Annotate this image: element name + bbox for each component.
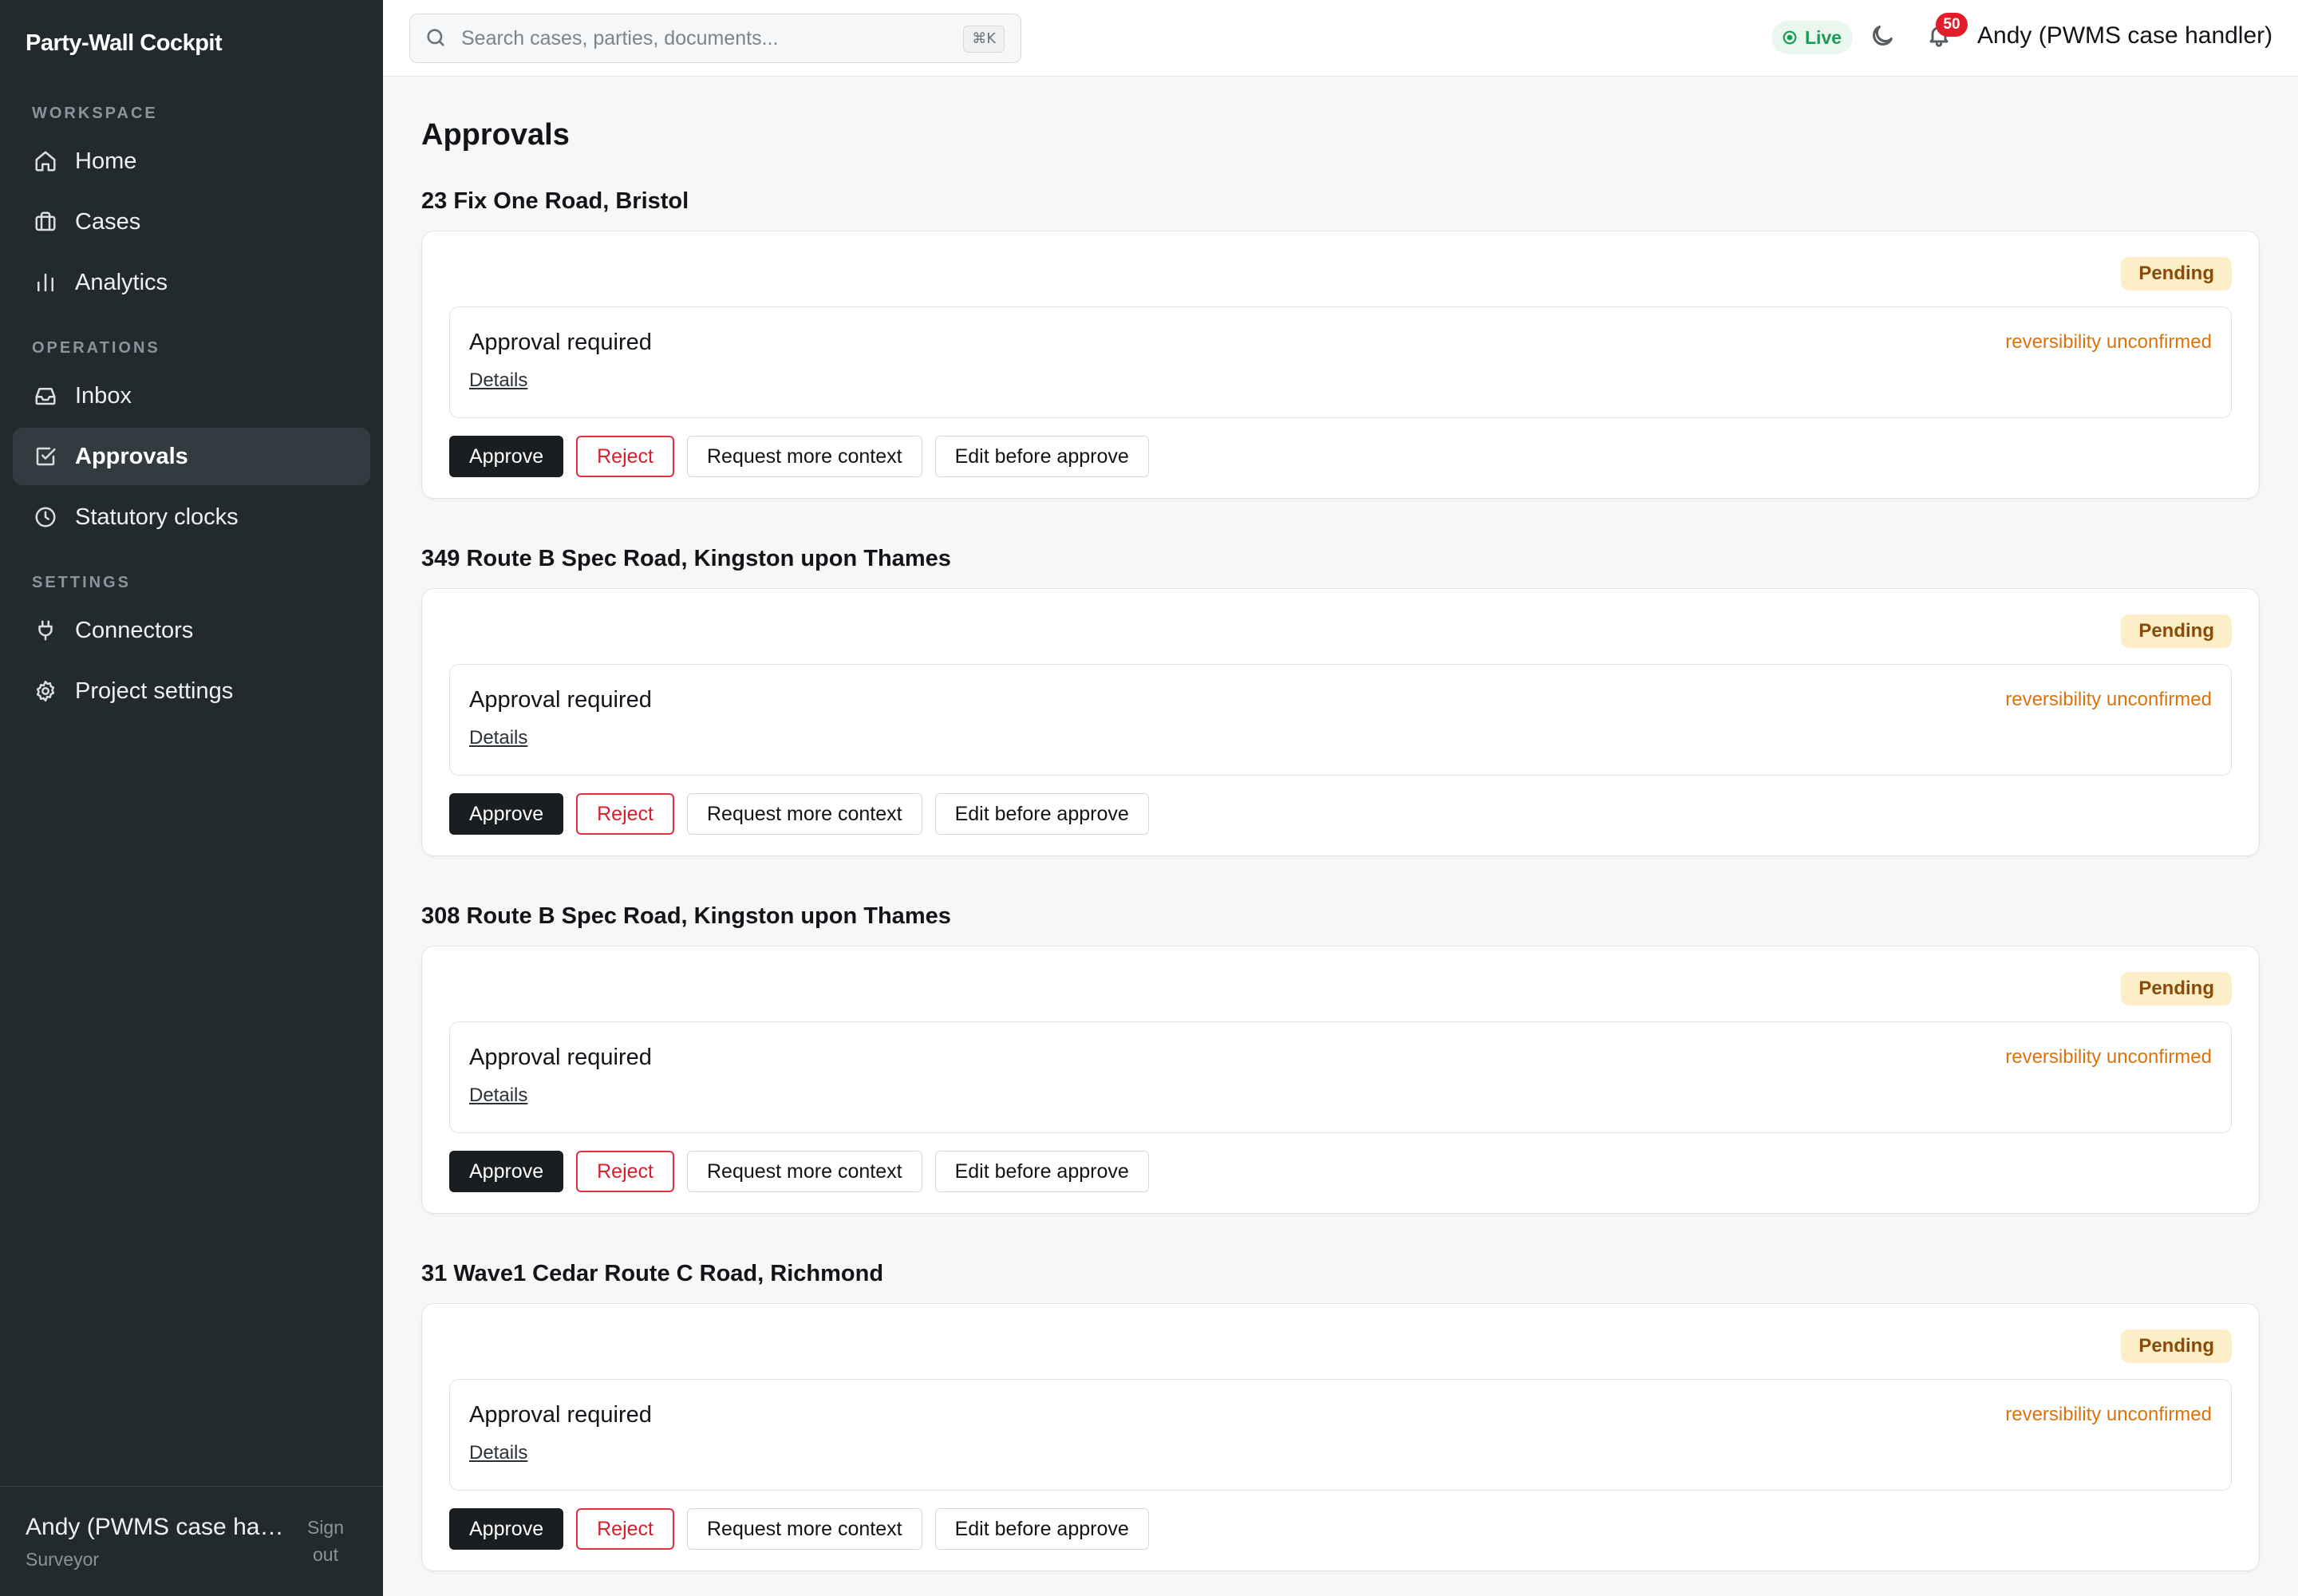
details-link[interactable]: Details bbox=[469, 1084, 527, 1107]
page-title: Approvals bbox=[421, 118, 570, 152]
sidebar-item-cases[interactable]: Cases bbox=[13, 193, 370, 251]
warning-text: reversibility unconfirmed bbox=[2005, 689, 2212, 710]
edit-before-approve-button[interactable]: Edit before approve bbox=[934, 436, 1149, 477]
approve-button[interactable]: Approve bbox=[449, 436, 564, 477]
sidebar-item-statutory-clocks[interactable]: Statutory clocks bbox=[13, 488, 370, 546]
sidebar-item-project-settings[interactable]: Project settings bbox=[13, 662, 370, 720]
user-menu[interactable]: Andy (PWMS case handler) bbox=[1977, 22, 2272, 49]
footer-user-role: Surveyor bbox=[26, 1549, 100, 1570]
bell-icon bbox=[1926, 26, 1952, 51]
request-more-context-button[interactable]: Request more context bbox=[687, 436, 922, 477]
search-icon bbox=[424, 26, 448, 50]
moon-icon bbox=[1869, 26, 1896, 53]
check-square-icon bbox=[32, 443, 59, 470]
gear-icon bbox=[32, 678, 59, 705]
edit-before-approve-button[interactable]: Edit before approve bbox=[934, 793, 1149, 835]
search-shortcut-hint: ⌘K bbox=[963, 26, 1005, 53]
case-address: 308 Route B Spec Road, Kingston upon Tha… bbox=[421, 903, 951, 929]
reject-button[interactable]: Reject bbox=[576, 1508, 674, 1550]
clock-icon bbox=[32, 504, 59, 531]
sidebar-item-label: Cases bbox=[75, 208, 141, 235]
action-bar: Approve Reject Request more context Edit… bbox=[449, 1508, 1149, 1550]
reject-button[interactable]: Reject bbox=[576, 1151, 674, 1192]
section-label-settings: SETTINGS bbox=[32, 574, 132, 591]
approve-button[interactable]: Approve bbox=[449, 1151, 564, 1192]
sidebar-item-inbox[interactable]: Inbox bbox=[13, 367, 370, 425]
request-title: Approval required bbox=[469, 330, 652, 355]
approval-card: Pending Approval required Details revers… bbox=[421, 588, 2260, 856]
warning-text: reversibility unconfirmed bbox=[2005, 1404, 2212, 1425]
section-label-workspace: WORKSPACE bbox=[32, 105, 158, 122]
search-input[interactable] bbox=[461, 26, 932, 50]
status-badge: Pending bbox=[2121, 972, 2232, 1005]
approval-request: Approval required Details reversibility … bbox=[449, 306, 2232, 418]
edit-before-approve-button[interactable]: Edit before approve bbox=[934, 1508, 1149, 1550]
details-link[interactable]: Details bbox=[469, 369, 527, 392]
case-address: 23 Fix One Road, Bristol bbox=[421, 188, 689, 214]
section-label-operations: OPERATIONS bbox=[32, 339, 160, 357]
sidebar-item-label: Analytics bbox=[75, 269, 168, 295]
action-bar: Approve Reject Request more context Edit… bbox=[449, 1151, 1149, 1192]
sidebar-item-label: Connectors bbox=[75, 617, 194, 643]
sidebar-footer: Andy (PWMS case handler) Surveyor Sign o… bbox=[0, 1486, 383, 1596]
request-more-context-button[interactable]: Request more context bbox=[687, 793, 922, 835]
approval-card: Pending Approval required Details revers… bbox=[421, 231, 2260, 499]
status-badge: Pending bbox=[2121, 614, 2232, 648]
request-more-context-button[interactable]: Request more context bbox=[687, 1508, 922, 1550]
approval-card: Pending Approval required Details revers… bbox=[421, 946, 2260, 1214]
case-address: 349 Route B Spec Road, Kingston upon Tha… bbox=[421, 546, 951, 571]
topbar: ⌘K Live 50 Andy (PWMS case handler) bbox=[383, 0, 2298, 77]
theme-toggle-button[interactable] bbox=[1869, 22, 1901, 54]
bar-chart-icon bbox=[32, 269, 59, 296]
approval-request: Approval required Details reversibility … bbox=[449, 664, 2232, 776]
sidebar-item-approvals[interactable]: Approvals bbox=[13, 428, 370, 485]
plug-icon bbox=[32, 617, 59, 644]
footer-user-name: Andy (PWMS case handler) bbox=[26, 1514, 289, 1540]
live-label: Live bbox=[1805, 26, 1842, 48]
notification-count-badge: 50 bbox=[1936, 13, 1968, 37]
sidebar-item-label: Statutory clocks bbox=[75, 504, 239, 530]
request-title: Approval required bbox=[469, 1402, 652, 1428]
request-more-context-button[interactable]: Request more context bbox=[687, 1151, 922, 1192]
live-dot-icon bbox=[1781, 29, 1799, 46]
warning-text: reversibility unconfirmed bbox=[2005, 1046, 2212, 1068]
app-brand: Party-Wall Cockpit bbox=[26, 30, 223, 56]
approval-request: Approval required Details reversibility … bbox=[449, 1379, 2232, 1491]
edit-before-approve-button[interactable]: Edit before approve bbox=[934, 1151, 1149, 1192]
request-title: Approval required bbox=[469, 1045, 652, 1070]
inbox-icon bbox=[32, 382, 59, 409]
details-link[interactable]: Details bbox=[469, 727, 527, 749]
sidebar: Party-Wall Cockpit WORKSPACE Home Cases … bbox=[0, 0, 383, 1596]
request-title: Approval required bbox=[469, 687, 652, 713]
approve-button[interactable]: Approve bbox=[449, 1508, 564, 1550]
details-link[interactable]: Details bbox=[469, 1442, 527, 1464]
sidebar-item-label: Inbox bbox=[75, 382, 132, 409]
sidebar-item-label: Approvals bbox=[75, 443, 188, 469]
approval-request: Approval required Details reversibility … bbox=[449, 1021, 2232, 1133]
sidebar-item-label: Home bbox=[75, 148, 137, 174]
action-bar: Approve Reject Request more context Edit… bbox=[449, 793, 1149, 835]
reject-button[interactable]: Reject bbox=[576, 793, 674, 835]
reject-button[interactable]: Reject bbox=[576, 436, 674, 477]
warning-text: reversibility unconfirmed bbox=[2005, 331, 2212, 353]
case-address: 31 Wave1 Cedar Route C Road, Richmond bbox=[421, 1261, 884, 1286]
sidebar-item-label: Project settings bbox=[75, 678, 234, 704]
briefcase-icon bbox=[32, 208, 59, 235]
approval-card: Pending Approval required Details revers… bbox=[421, 1303, 2260, 1571]
action-bar: Approve Reject Request more context Edit… bbox=[449, 436, 1149, 477]
sidebar-item-home[interactable]: Home bbox=[13, 132, 370, 190]
status-badge: Pending bbox=[2121, 257, 2232, 290]
live-status-badge: Live bbox=[1771, 21, 1854, 54]
approve-button[interactable]: Approve bbox=[449, 793, 564, 835]
sidebar-item-connectors[interactable]: Connectors bbox=[13, 602, 370, 659]
search-box[interactable]: ⌘K bbox=[409, 14, 1021, 63]
sign-out-button[interactable]: Sign out bbox=[295, 1514, 356, 1568]
sidebar-item-analytics[interactable]: Analytics bbox=[13, 254, 370, 311]
home-icon bbox=[32, 148, 59, 175]
status-badge: Pending bbox=[2121, 1329, 2232, 1363]
